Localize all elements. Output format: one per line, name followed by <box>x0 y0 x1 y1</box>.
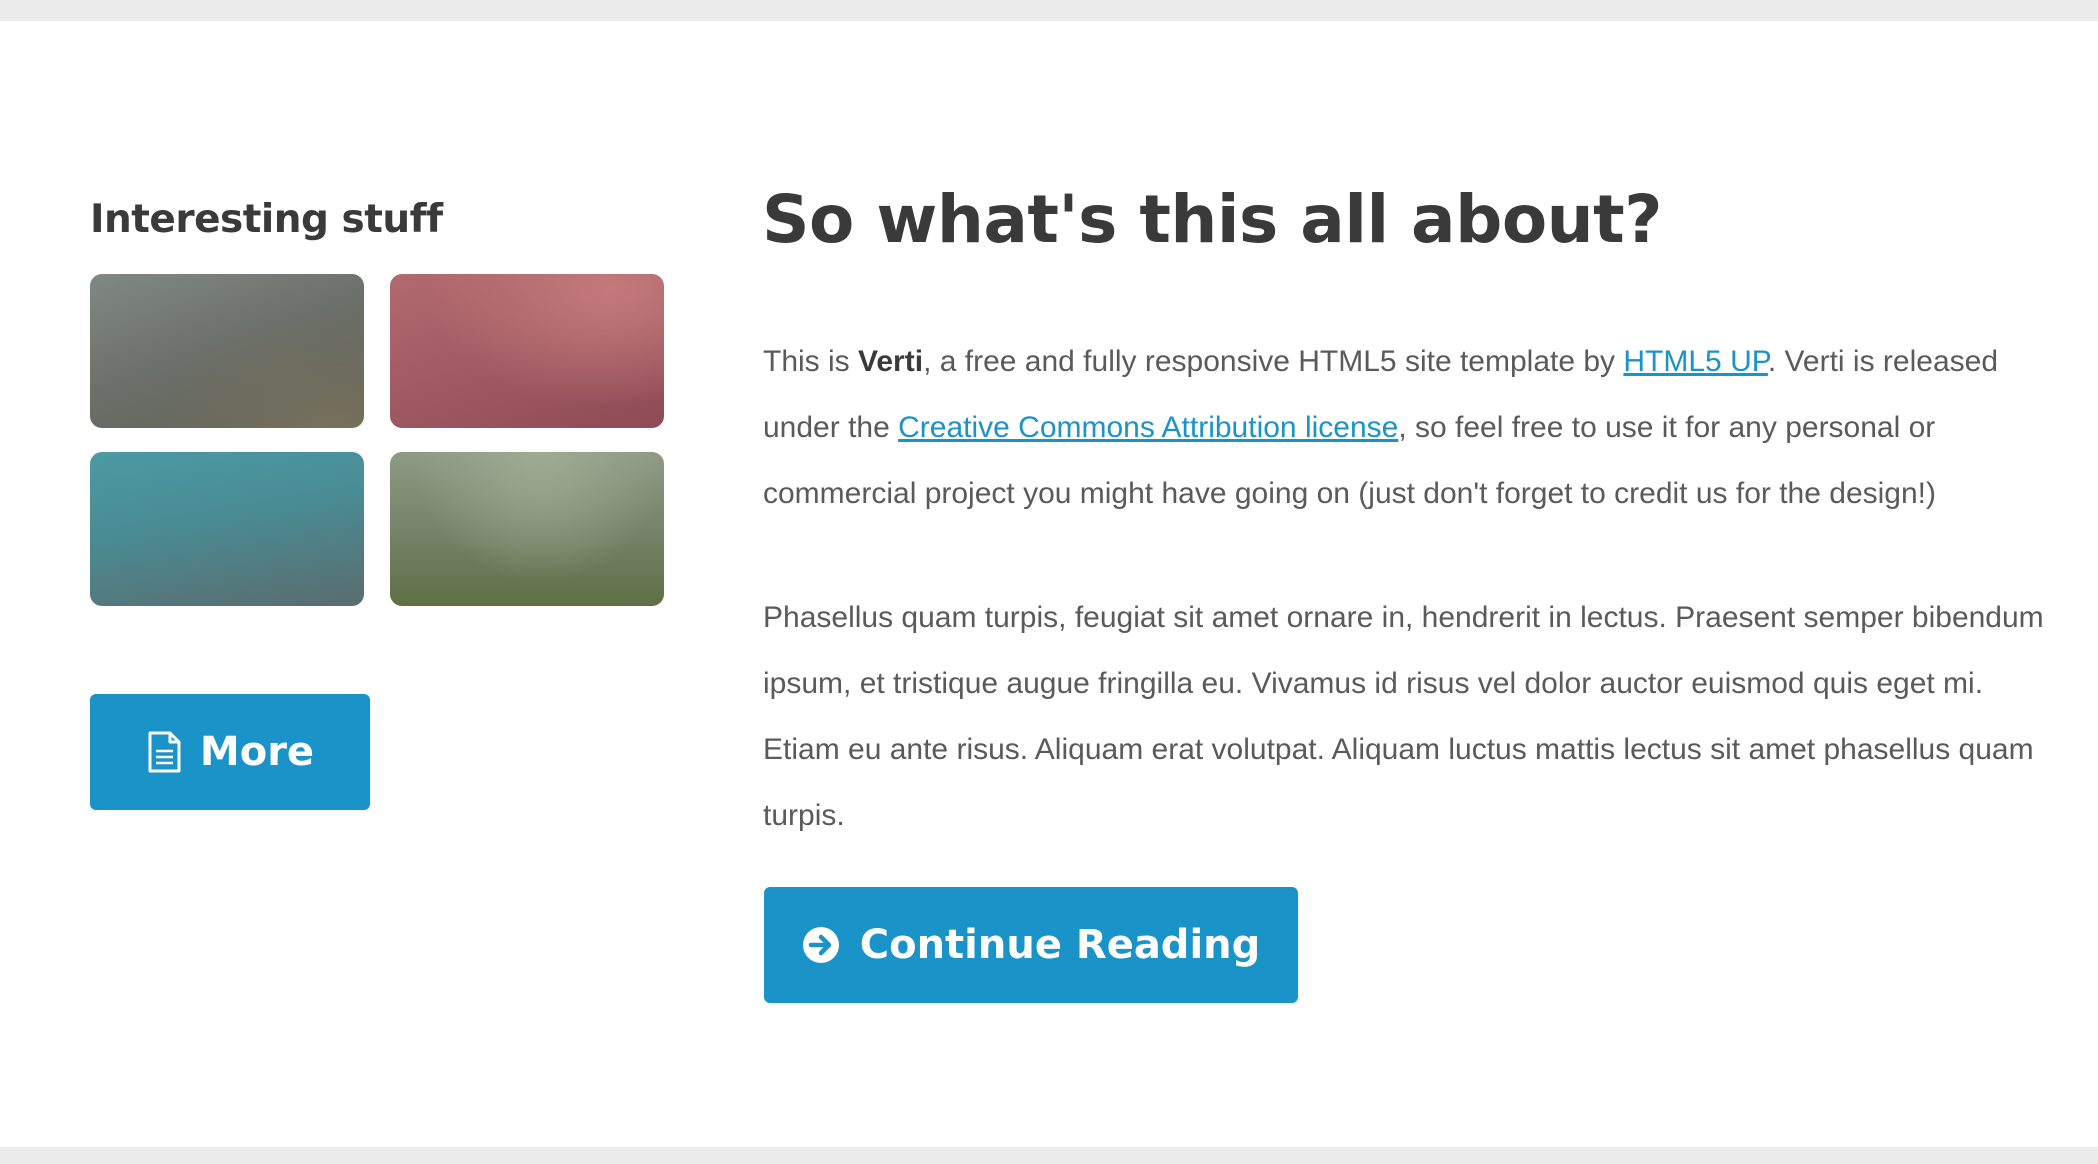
license-link[interactable]: Creative Commons Attribution license <box>898 411 1398 444</box>
thumbnail-2[interactable] <box>390 274 664 428</box>
content-wrapper: Interesting stuff More So what's this al… <box>0 21 2098 1147</box>
thumbnail-3[interactable] <box>90 452 364 606</box>
brand-name: Verti <box>858 345 924 378</box>
intro-text-2: , a free and fully responsive HTML5 site… <box>923 345 1624 378</box>
intro-paragraph: This is Verti, a free and fully responsi… <box>763 329 2053 527</box>
intro-text-1: This is <box>763 345 859 378</box>
continue-reading-label: Continue Reading <box>859 922 1261 968</box>
sidebar-title: Interesting stuff <box>90 197 443 242</box>
thumbnail-1[interactable] <box>90 274 364 428</box>
more-button[interactable]: More <box>90 694 370 810</box>
more-button-label: More <box>199 729 315 775</box>
body-paragraph: Phasellus quam turpis, feugiat sit amet … <box>763 601 2044 832</box>
arrow-circle-right-icon <box>802 926 840 964</box>
continue-reading-button[interactable]: Continue Reading <box>764 887 1298 1003</box>
thumbnail-4[interactable] <box>390 452 664 606</box>
html5up-link[interactable]: HTML5 UP <box>1623 345 1768 378</box>
document-icon <box>146 731 182 773</box>
page-title: So what's this all about? <box>762 181 1663 258</box>
